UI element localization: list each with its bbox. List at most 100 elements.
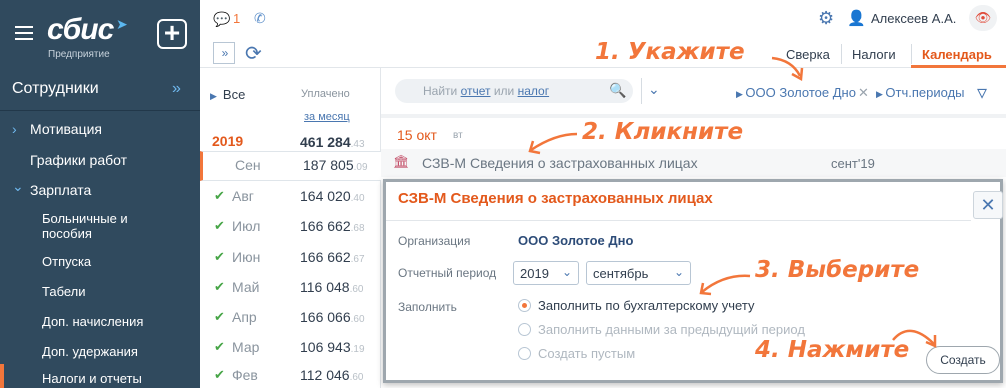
check-icon: ✔ xyxy=(214,249,225,264)
radio-label: Заполнить по бухгалтерскому учету xyxy=(538,298,755,313)
month-row[interactable]: ✔ Май 116 048.60 xyxy=(200,274,381,304)
search-icon[interactable]: 🔍 xyxy=(609,82,626,99)
user-icon[interactable]: 👤 xyxy=(847,9,866,27)
month-row[interactable]: ✔ Авг 164 020.40 xyxy=(200,183,381,213)
month-select[interactable]: сентябрь ⌄ xyxy=(586,261,691,285)
month-sum: 166 066.60 xyxy=(300,309,365,325)
logo[interactable]: сбис xyxy=(47,14,114,46)
search-separator xyxy=(641,78,642,104)
search-prefix: Найти xyxy=(423,84,461,98)
triangle-right-icon: ▶ xyxy=(210,91,217,101)
month-sum-kopecks: .09 xyxy=(353,162,368,173)
close-button[interactable]: ✕ xyxy=(973,191,1003,219)
tab-taxes[interactable]: Налоги xyxy=(852,47,896,62)
month-name: Май xyxy=(232,279,260,295)
month-name: Мар xyxy=(232,339,260,355)
sidebar-item-label: Отпуска xyxy=(42,254,92,269)
check-icon: ✔ xyxy=(214,339,225,354)
search-mid: или xyxy=(490,84,518,98)
chevron-down-icon: ⌄ xyxy=(673,265,684,279)
create-button[interactable]: + xyxy=(157,19,187,49)
document-period: сент'19 xyxy=(831,156,875,171)
month-sum-value: 112 046 xyxy=(300,367,350,383)
month-sum: 106 943.19 xyxy=(300,339,365,355)
funnel-icon[interactable]: ▿ xyxy=(977,80,987,105)
month-sum-value: 166 066 xyxy=(300,309,351,325)
annotation-step-1: 1. Укажите xyxy=(595,39,745,65)
help-icon[interactable]: 👁 xyxy=(969,5,997,31)
active-tab-underline xyxy=(911,65,1006,68)
menu-icon[interactable] xyxy=(15,26,33,40)
annotation-step-2: 2. Кликните xyxy=(582,119,744,145)
month-sum: 112 046.60 xyxy=(300,367,363,383)
month-row[interactable]: ✔ Июл 166 662.68 xyxy=(200,213,381,243)
month-sum-kopecks: .40 xyxy=(350,193,365,204)
annotation-arrow-3 xyxy=(699,274,751,296)
expand-panel-button[interactable]: » xyxy=(213,42,235,64)
document-row[interactable]: 🏛 СЗВ-М Сведения о застрахованных лицах … xyxy=(381,149,1006,177)
check-icon: ✔ xyxy=(214,309,225,324)
month-sum-value: 166 662 xyxy=(300,249,351,265)
close-icon[interactable]: ✕ xyxy=(858,85,869,100)
check-icon: ✔ xyxy=(214,367,225,382)
per-month-link[interactable]: за месяц xyxy=(304,111,350,123)
month-sum-value: 187 805 xyxy=(303,157,354,173)
org-value[interactable]: ООО Золотое Дно xyxy=(518,233,633,248)
month-name: Апр xyxy=(232,309,257,325)
month-row[interactable]: ✔ Фев 112 046.60 xyxy=(200,362,381,388)
search-input[interactable]: Найти отчет или налог 🔍 xyxy=(395,79,633,103)
gear-icon[interactable]: ⚙ xyxy=(818,8,834,29)
month-row[interactable]: ✔ Апр 166 066.60 xyxy=(200,304,381,334)
logo-subtitle: Предприятие xyxy=(48,49,110,60)
check-icon: ✔ xyxy=(214,279,225,294)
logo-bird-icon: ➤ xyxy=(116,16,128,32)
annotation-arrow-2 xyxy=(528,132,578,155)
chat-count-badge[interactable]: 1 xyxy=(233,11,240,26)
dialog-title: СЗВ-М Сведения о застрахованных лицах xyxy=(398,190,713,207)
collapse-icon[interactable]: » xyxy=(172,80,181,98)
month-sum: 166 662.68 xyxy=(300,218,365,234)
sidebar-item-label: Мотивация xyxy=(30,121,103,137)
month-row[interactable]: Сен 187 805.09 xyxy=(200,151,381,181)
dialog-separator xyxy=(386,220,971,221)
chat-icon[interactable]: 💬 xyxy=(213,11,230,28)
year-label[interactable]: 2019 xyxy=(212,133,243,149)
search-link-tax[interactable]: налог xyxy=(518,84,550,98)
main-divider xyxy=(381,114,1006,118)
fill-label: Заполнить xyxy=(398,300,457,314)
phone-icon[interactable]: ✆ xyxy=(254,10,266,27)
radio-dot xyxy=(518,347,531,360)
annotation-step-4: 4. Нажмите xyxy=(755,337,910,363)
sidebar-section-title[interactable]: Сотрудники xyxy=(12,80,99,98)
month-sum-value: 116 048 xyxy=(300,279,350,295)
search-link-report[interactable]: отчет xyxy=(461,84,491,98)
filter-all-label: Все xyxy=(222,87,246,102)
month-sum-kopecks: .60 xyxy=(350,314,365,325)
radio-label: Заполнить данными за предыдущий период xyxy=(538,322,805,337)
refresh-icon[interactable]: ⟳ xyxy=(245,41,262,66)
tab-calendar[interactable]: Календарь xyxy=(922,47,992,62)
chevron-down-icon: ⌄ xyxy=(561,265,572,279)
year-sum-kopecks: .43 xyxy=(350,139,365,150)
year-select-value: 2019 xyxy=(520,266,549,281)
tab-separator xyxy=(841,44,842,64)
month-sum-kopecks: .60 xyxy=(349,372,364,383)
month-list: ▶ Все Уплачено за месяц 2019 461 284.43 С… xyxy=(200,68,381,388)
radio-dot xyxy=(518,323,531,336)
year-select[interactable]: 2019 ⌄ xyxy=(513,261,579,285)
month-row[interactable]: ✔ Июн 166 662.67 xyxy=(200,244,381,274)
paid-header: Уплачено xyxy=(301,88,350,100)
calendar-weekday: вт xyxy=(453,130,463,141)
sidebar-header: сбис ➤ Предприятие + xyxy=(0,0,200,70)
period-filter-label: Отч.периоды xyxy=(885,85,965,100)
calendar-date: 15 окт xyxy=(397,127,437,143)
filter-all[interactable]: ▶ Все xyxy=(210,87,245,102)
chevron-down-icon[interactable]: ⌄ xyxy=(648,81,660,98)
org-filter[interactable]: ▶ ООО Золотое Дно ✕ xyxy=(736,85,869,101)
tab-separator xyxy=(911,44,912,64)
month-row[interactable]: ✔ Мар 106 943.19 xyxy=(200,334,381,364)
sidebar-item-label: Налоги и отчеты xyxy=(42,371,142,386)
month-name: Авг xyxy=(232,188,254,204)
period-filter[interactable]: ▶ Отч.периоды xyxy=(876,85,965,100)
user-name[interactable]: Алексеев А.А. xyxy=(871,11,956,26)
